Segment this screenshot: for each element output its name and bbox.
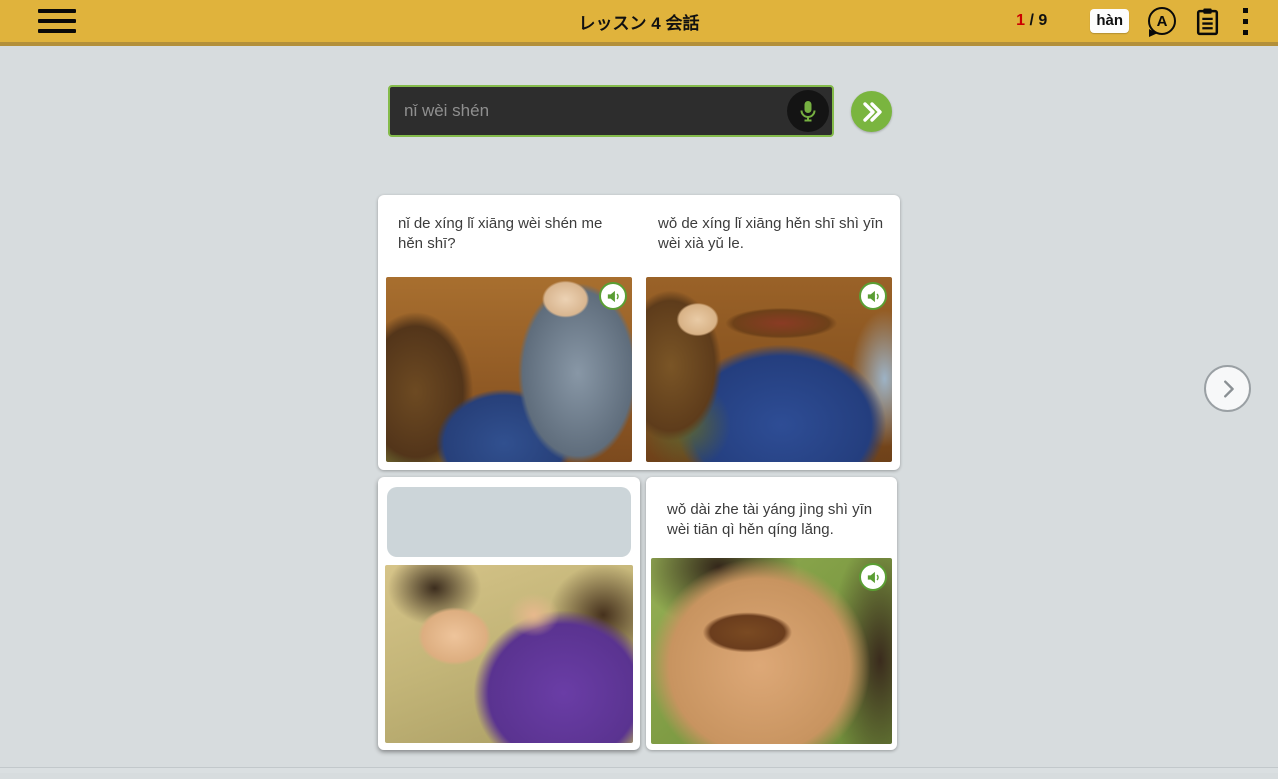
header-actions: 1 / 9 hàn A	[1016, 0, 1252, 42]
photo-woman-drying-suitcase[interactable]	[646, 277, 892, 462]
photo-woman-sunglasses-closeup[interactable]	[651, 558, 892, 744]
conversation-tile: wǒ de xíng lǐ xiāng hěn shī shì yīn wèi …	[646, 203, 892, 462]
more-vert-icon[interactable]	[1239, 6, 1252, 37]
page-counter: 1 / 9	[1016, 12, 1047, 30]
audio-speaker-icon[interactable]	[599, 282, 627, 310]
audio-speaker-icon[interactable]	[859, 282, 887, 310]
submit-button[interactable]	[851, 91, 892, 132]
answer-card	[378, 477, 640, 750]
clipboard-icon[interactable]	[1195, 7, 1220, 36]
audio-speaker-icon[interactable]	[859, 563, 887, 591]
speech-input-box	[388, 85, 834, 137]
speech-input[interactable]	[390, 87, 832, 135]
translate-bubble-icon[interactable]: A	[1148, 7, 1176, 35]
pinyin-sentence: nǐ de xíng lǐ xiāng wèi shén me hěn shī?	[386, 203, 632, 254]
page-counter-total: 9	[1038, 12, 1047, 29]
answer-slot[interactable]	[387, 487, 631, 557]
page-counter-separator: /	[1030, 12, 1034, 29]
chevron-right-icon	[1217, 378, 1239, 400]
conversation-tile: nǐ de xíng lǐ xiāng wèi shén me hěn shī?	[386, 203, 632, 462]
pinyin-sentence: wǒ de xíng lǐ xiāng hěn shī shì yīn wèi …	[646, 203, 892, 254]
pinyin-mode-badge[interactable]: hàn	[1090, 9, 1129, 33]
conversation-panel: nǐ de xíng lǐ xiāng wèi shén me hěn shī?…	[378, 195, 900, 470]
microphone-icon[interactable]	[787, 90, 829, 132]
next-page-button[interactable]	[1204, 365, 1251, 412]
photo-mother-daughter-outdoors[interactable]	[385, 565, 633, 743]
conversation-tile: wǒ dài zhe tài yáng jìng shì yīn wèi tiā…	[646, 477, 897, 750]
pinyin-sentence: wǒ dài zhe tài yáng jìng shì yīn wèi tiā…	[651, 483, 892, 540]
photo-couple-kitchen-suitcase[interactable]	[386, 277, 632, 462]
bottom-divider	[0, 767, 1278, 773]
page-counter-current: 1	[1016, 12, 1025, 29]
app-header: レッスン 4 会話 1 / 9 hàn A	[0, 0, 1278, 46]
